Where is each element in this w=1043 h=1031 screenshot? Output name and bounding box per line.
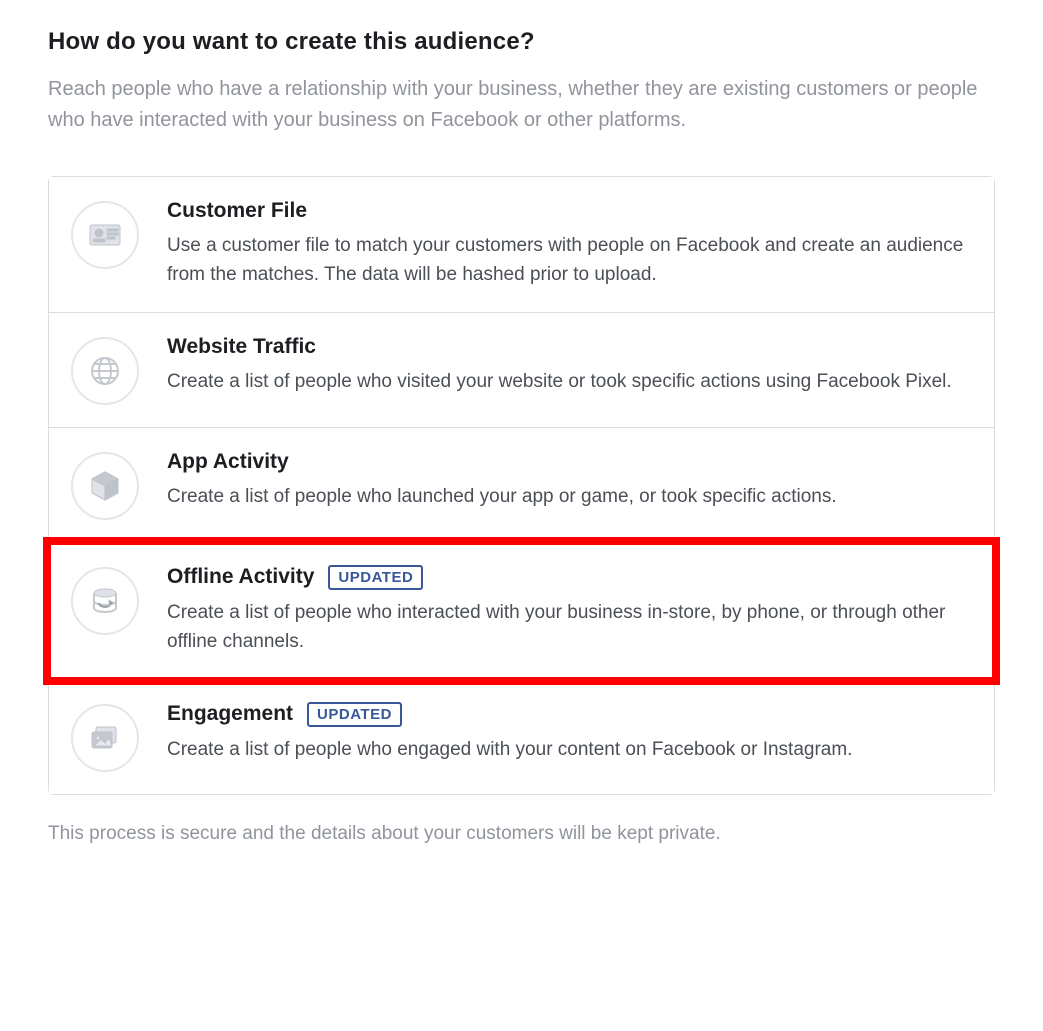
sync-icon — [71, 567, 139, 635]
cube-icon — [71, 452, 139, 520]
updated-badge: UPDATED — [328, 565, 423, 590]
page-title: How do you want to create this audience? — [48, 28, 995, 56]
cards-icon — [71, 704, 139, 772]
option-desc: Use a customer file to match your custom… — [167, 231, 972, 290]
option-desc: Create a list of people who engaged with… — [167, 735, 972, 764]
option-title: Website Traffic — [167, 335, 316, 359]
page-subtitle: Reach people who have a relationship wit… — [48, 74, 995, 136]
audience-option-list: Customer File Use a customer file to mat… — [48, 176, 995, 795]
option-desc: Create a list of people who interacted w… — [167, 598, 972, 657]
id-card-icon — [71, 201, 139, 269]
option-desc: Create a list of people who visited your… — [167, 367, 972, 396]
option-title: Offline Activity — [167, 565, 314, 589]
option-customer-file[interactable]: Customer File Use a customer file to mat… — [49, 177, 994, 312]
option-title: Engagement — [167, 702, 293, 726]
option-website-traffic[interactable]: Website Traffic Create a list of people … — [49, 312, 994, 427]
footer-note: This process is secure and the details a… — [48, 823, 995, 845]
globe-icon — [71, 337, 139, 405]
option-title: App Activity — [167, 450, 289, 474]
option-engagement[interactable]: Engagement UPDATED Create a list of peop… — [49, 679, 994, 794]
option-offline-activity[interactable]: Offline Activity UPDATED Create a list o… — [49, 542, 994, 679]
option-desc: Create a list of people who launched you… — [167, 482, 972, 511]
option-app-activity[interactable]: App Activity Create a list of people who… — [49, 427, 994, 542]
updated-badge: UPDATED — [307, 702, 402, 727]
option-title: Customer File — [167, 199, 307, 223]
